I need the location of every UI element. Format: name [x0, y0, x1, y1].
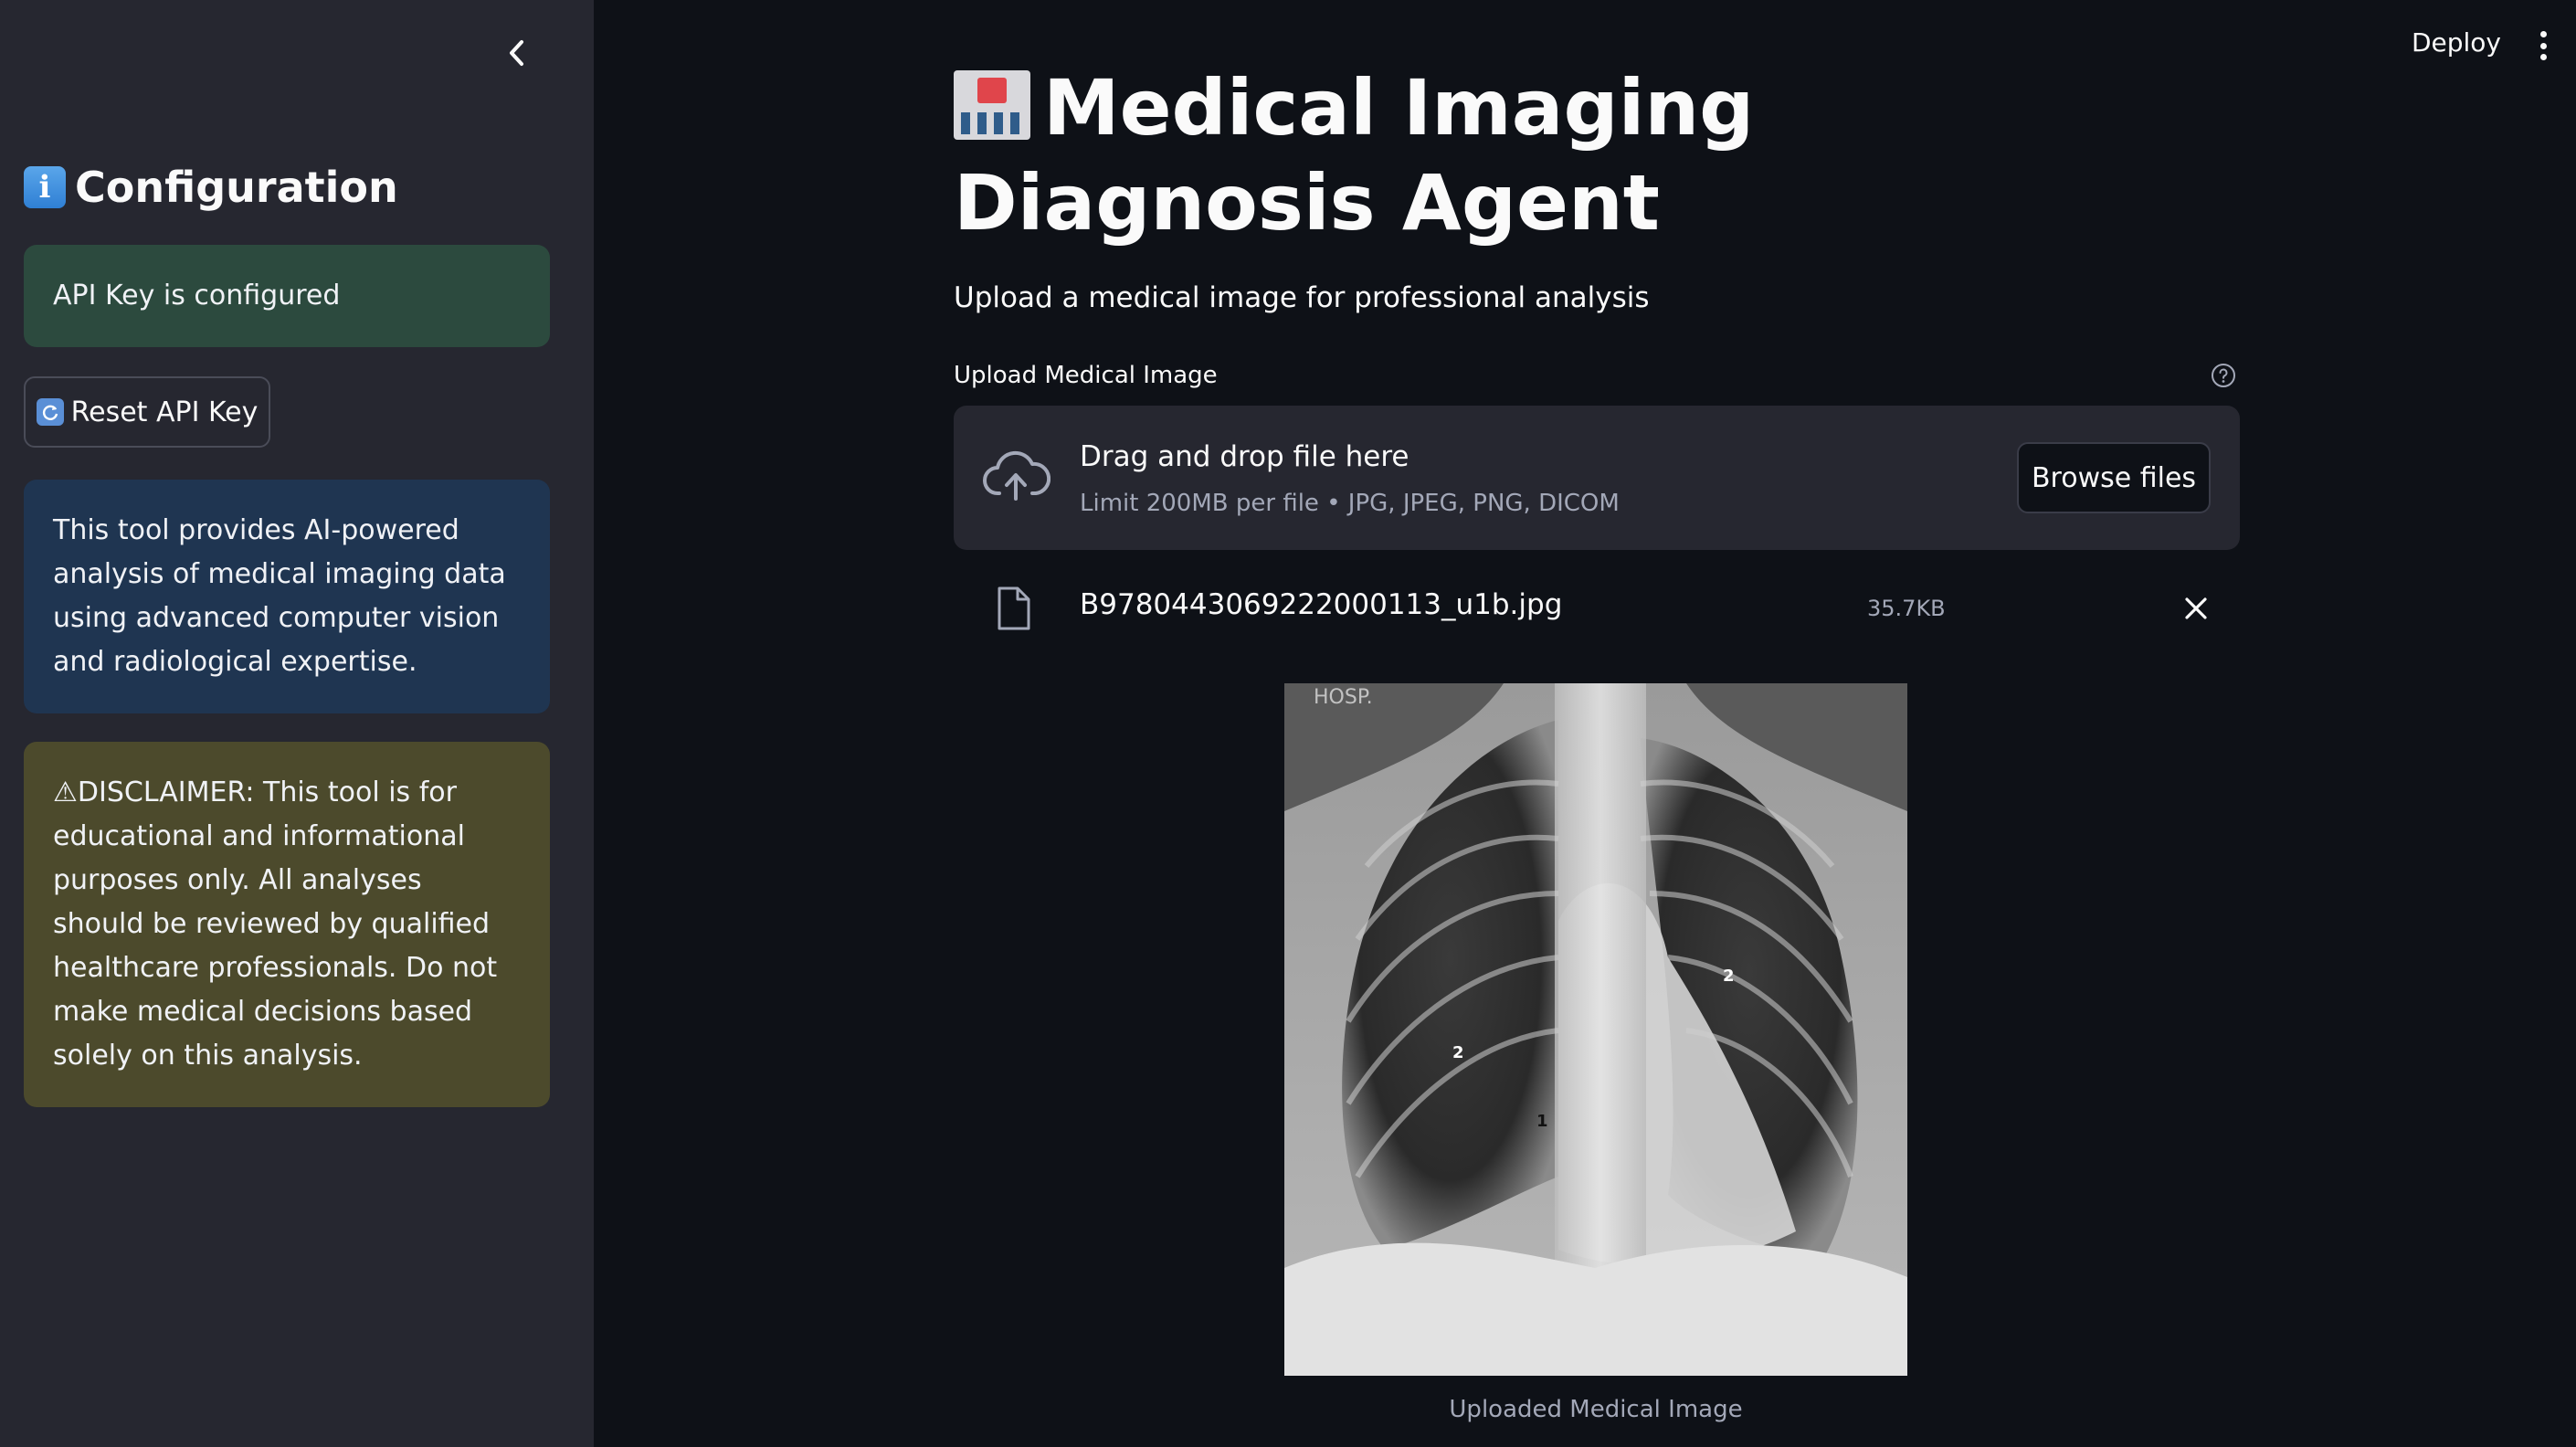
- chevron-left-icon: [510, 40, 523, 66]
- uploaded-xray-image: HOSP. 1 2 2: [1284, 683, 1907, 1376]
- uploaded-file-row: B9780443069222000113_u1b.jpg 35.7KB: [954, 576, 2240, 639]
- question-circle-icon[interactable]: [2211, 363, 2236, 388]
- disclaimer-text: ⚠DISCLAIMER: This tool is for educationa…: [53, 776, 498, 1072]
- xray-marker-1: 1: [1536, 1112, 1548, 1131]
- xray-marker-2-left: 2: [1723, 966, 1735, 986]
- main-content: Medical Imaging Diagnosis Agent Deploy U…: [594, 0, 2576, 1447]
- sidebar: i Configuration API Key is configured Re…: [0, 0, 594, 1447]
- dropzone-limit: Limit 200MB per file • JPG, JPEG, PNG, D…: [1080, 490, 1620, 517]
- remove-file-icon[interactable]: [2180, 592, 2212, 625]
- file-icon: [998, 586, 1030, 630]
- uploaded-file-name: B9780443069222000113_u1b.jpg: [1080, 588, 1563, 621]
- disclaimer-alert: ⚠DISCLAIMER: This tool is for educationa…: [24, 742, 550, 1107]
- sidebar-heading: i Configuration: [24, 163, 398, 212]
- collapse-sidebar-button[interactable]: [501, 35, 533, 71]
- reset-api-key-label: Reset API Key: [70, 396, 259, 428]
- kebab-menu-icon[interactable]: [2532, 27, 2554, 64]
- deploy-button[interactable]: Deploy: [2412, 27, 2501, 58]
- cloud-upload-icon: [983, 450, 1050, 501]
- uploader-label: Upload Medical Image: [954, 362, 1218, 389]
- reset-api-key-button[interactable]: Reset API Key: [24, 376, 270, 448]
- app-window: i Configuration API Key is configured Re…: [0, 0, 2576, 1447]
- page-subtitle: Upload a medical image for professional …: [954, 281, 1650, 314]
- file-dropzone[interactable]: Drag and drop file here Limit 200MB per …: [954, 406, 2240, 550]
- dropzone-title: Drag and drop file here: [1080, 440, 1409, 473]
- browse-files-button[interactable]: Browse files: [2017, 442, 2211, 513]
- xray-watermark: HOSP.: [1314, 686, 1373, 709]
- api-status-text: API Key is configured: [53, 280, 341, 312]
- info-icon: i: [24, 166, 66, 208]
- uploaded-file-size: 35.7KB: [1867, 596, 1946, 621]
- api-status-alert: API Key is configured: [24, 245, 550, 347]
- sidebar-heading-text: Configuration: [75, 163, 398, 212]
- refresh-icon: [36, 398, 64, 426]
- tool-info-alert: This tool provides AI-powered analysis o…: [24, 480, 550, 713]
- image-caption: Uploaded Medical Image: [1449, 1396, 1743, 1423]
- xray-marker-2-right: 2: [1452, 1043, 1464, 1062]
- app-header: Deploy: [594, 0, 2576, 91]
- tool-info-text: This tool provides AI-powered analysis o…: [53, 514, 506, 678]
